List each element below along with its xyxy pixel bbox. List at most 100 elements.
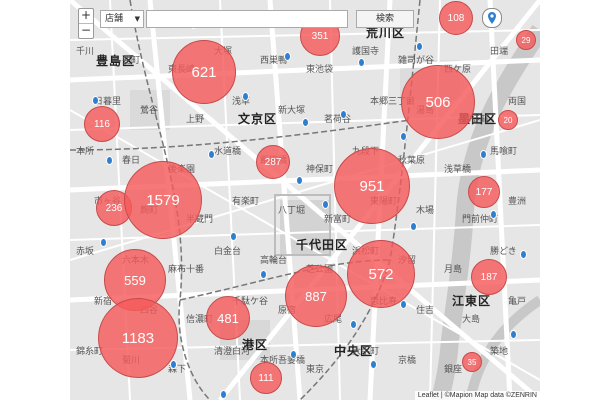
cluster-marker[interactable]: 621	[172, 40, 236, 104]
poi-pin-icon[interactable]	[92, 96, 99, 105]
cluster-count: 951	[359, 177, 385, 195]
poi-pin-icon[interactable]	[370, 360, 377, 369]
map-view[interactable]: + − 店舗 ▼ 検索 豊島区 荒川区 文京区 墨田区 千代田区 江東区 中央区…	[70, 0, 540, 400]
cluster-count: 481	[217, 310, 239, 326]
place-label: 勝どき	[490, 247, 517, 257]
cluster-marker[interactable]: 951	[334, 148, 410, 224]
cluster-count: 1183	[121, 329, 155, 347]
cluster-marker[interactable]: 287	[256, 145, 290, 179]
place-label: 清澄白河	[214, 347, 251, 357]
place-label: 東京	[306, 365, 325, 375]
poi-pin-icon[interactable]	[340, 110, 347, 119]
category-select[interactable]: 店舗 ▼	[100, 10, 144, 28]
poi-pin-icon[interactable]	[410, 222, 417, 231]
chevron-down-icon: ▼	[134, 15, 140, 23]
cluster-count: 236	[105, 202, 123, 214]
zoom-control: + −	[78, 8, 94, 39]
cluster-marker[interactable]: 116	[84, 106, 120, 142]
cluster-marker[interactable]: 35	[462, 352, 482, 372]
cluster-count: 35	[467, 357, 477, 367]
search-button[interactable]: 検索	[356, 10, 414, 28]
poi-pin-icon[interactable]	[290, 350, 297, 359]
poi-pin-icon[interactable]	[208, 150, 215, 159]
map-attribution[interactable]: Leaflet | ©Mapion Map data ©ZENRIN	[414, 391, 540, 400]
place-label: 白金台	[214, 247, 242, 257]
location-pin-icon	[488, 12, 496, 24]
place-label: 雑司が谷	[398, 56, 435, 66]
poi-pin-icon[interactable]	[400, 132, 407, 141]
place-label: 東池袋	[306, 65, 334, 75]
poi-pin-icon[interactable]	[100, 238, 107, 247]
ward-label: 千代田区	[296, 238, 349, 252]
cluster-marker[interactable]: 29	[516, 30, 536, 50]
cluster-marker[interactable]: 111	[250, 362, 282, 394]
poi-pin-icon[interactable]	[322, 200, 329, 209]
place-label: 水道橋	[214, 147, 242, 157]
poi-pin-icon[interactable]	[284, 52, 291, 61]
place-label: 馬喰町	[490, 147, 518, 157]
poi-pin-icon[interactable]	[520, 250, 527, 259]
place-label: 亀戸	[508, 297, 527, 307]
cluster-count: 1579	[146, 191, 180, 209]
place-label: 春日	[122, 156, 141, 166]
poi-pin-icon[interactable]	[296, 176, 303, 185]
poi-pin-icon[interactable]	[510, 330, 517, 339]
place-label: 八丁堀	[278, 206, 306, 216]
poi-pin-icon[interactable]	[358, 58, 365, 67]
cluster-count: 111	[258, 372, 274, 384]
place-label: 上野	[186, 115, 205, 125]
cluster-count: 351	[311, 30, 329, 42]
zoom-out-button[interactable]: −	[79, 23, 93, 38]
place-label: 浅草橋	[444, 165, 472, 175]
cluster-marker[interactable]: 887	[285, 265, 347, 327]
poi-pin-icon[interactable]	[170, 360, 177, 369]
place-label: 要町	[122, 56, 141, 66]
cluster-count: 108	[447, 12, 465, 24]
cluster-marker[interactable]: 177	[468, 176, 500, 208]
poi-pin-icon[interactable]	[260, 270, 267, 279]
cluster-marker[interactable]: 108	[439, 1, 473, 35]
place-label: 両国	[508, 97, 527, 107]
place-label: 豊洲	[508, 197, 527, 207]
poi-pin-icon[interactable]	[350, 320, 357, 329]
place-label: 住吉	[416, 306, 435, 316]
poi-pin-icon[interactable]	[106, 156, 113, 165]
cluster-count: 116	[94, 118, 110, 130]
place-label: 千川	[76, 47, 95, 57]
cluster-count: 572	[368, 265, 394, 283]
poi-pin-icon[interactable]	[230, 232, 237, 241]
cluster-marker[interactable]: 572	[347, 240, 415, 308]
poi-pin-icon[interactable]	[220, 390, 227, 399]
place-label: 護国寺	[352, 47, 380, 57]
place-label: 新大塚	[278, 106, 306, 116]
poi-pin-icon[interactable]	[302, 118, 309, 127]
cluster-marker[interactable]: 20	[498, 110, 518, 130]
poi-pin-icon[interactable]	[480, 150, 487, 159]
cluster-count: 887	[305, 288, 327, 304]
cluster-marker[interactable]: 1183	[98, 298, 178, 378]
poi-pin-icon[interactable]	[490, 210, 497, 219]
cluster-marker[interactable]: 506	[401, 65, 475, 139]
place-label: 本所	[76, 147, 95, 157]
poi-pin-icon[interactable]	[242, 92, 249, 101]
place-label: 木場	[416, 206, 435, 216]
cluster-marker[interactable]: 481	[206, 296, 250, 340]
cluster-count: 559	[124, 272, 146, 288]
place-label: 西巣鴨	[260, 56, 288, 66]
cluster-count: 20	[503, 115, 513, 125]
place-label: 月島	[444, 265, 463, 275]
place-label: 京橋	[398, 356, 417, 366]
poi-pin-icon[interactable]	[416, 42, 423, 51]
search-input[interactable]	[146, 10, 348, 28]
cluster-count: 177	[475, 186, 493, 198]
place-label: 有楽町	[232, 197, 260, 207]
search-bar: 店舗 ▼ 検索	[100, 10, 420, 28]
cluster-count: 506	[425, 93, 451, 111]
cluster-count: 29	[521, 35, 531, 45]
ward-label: 文京区	[238, 112, 278, 126]
cluster-marker[interactable]: 187	[471, 259, 507, 295]
cluster-marker[interactable]: 1579	[124, 161, 202, 239]
place-label: 田端	[490, 47, 509, 57]
locate-button[interactable]	[482, 8, 502, 28]
zoom-in-button[interactable]: +	[79, 9, 93, 23]
